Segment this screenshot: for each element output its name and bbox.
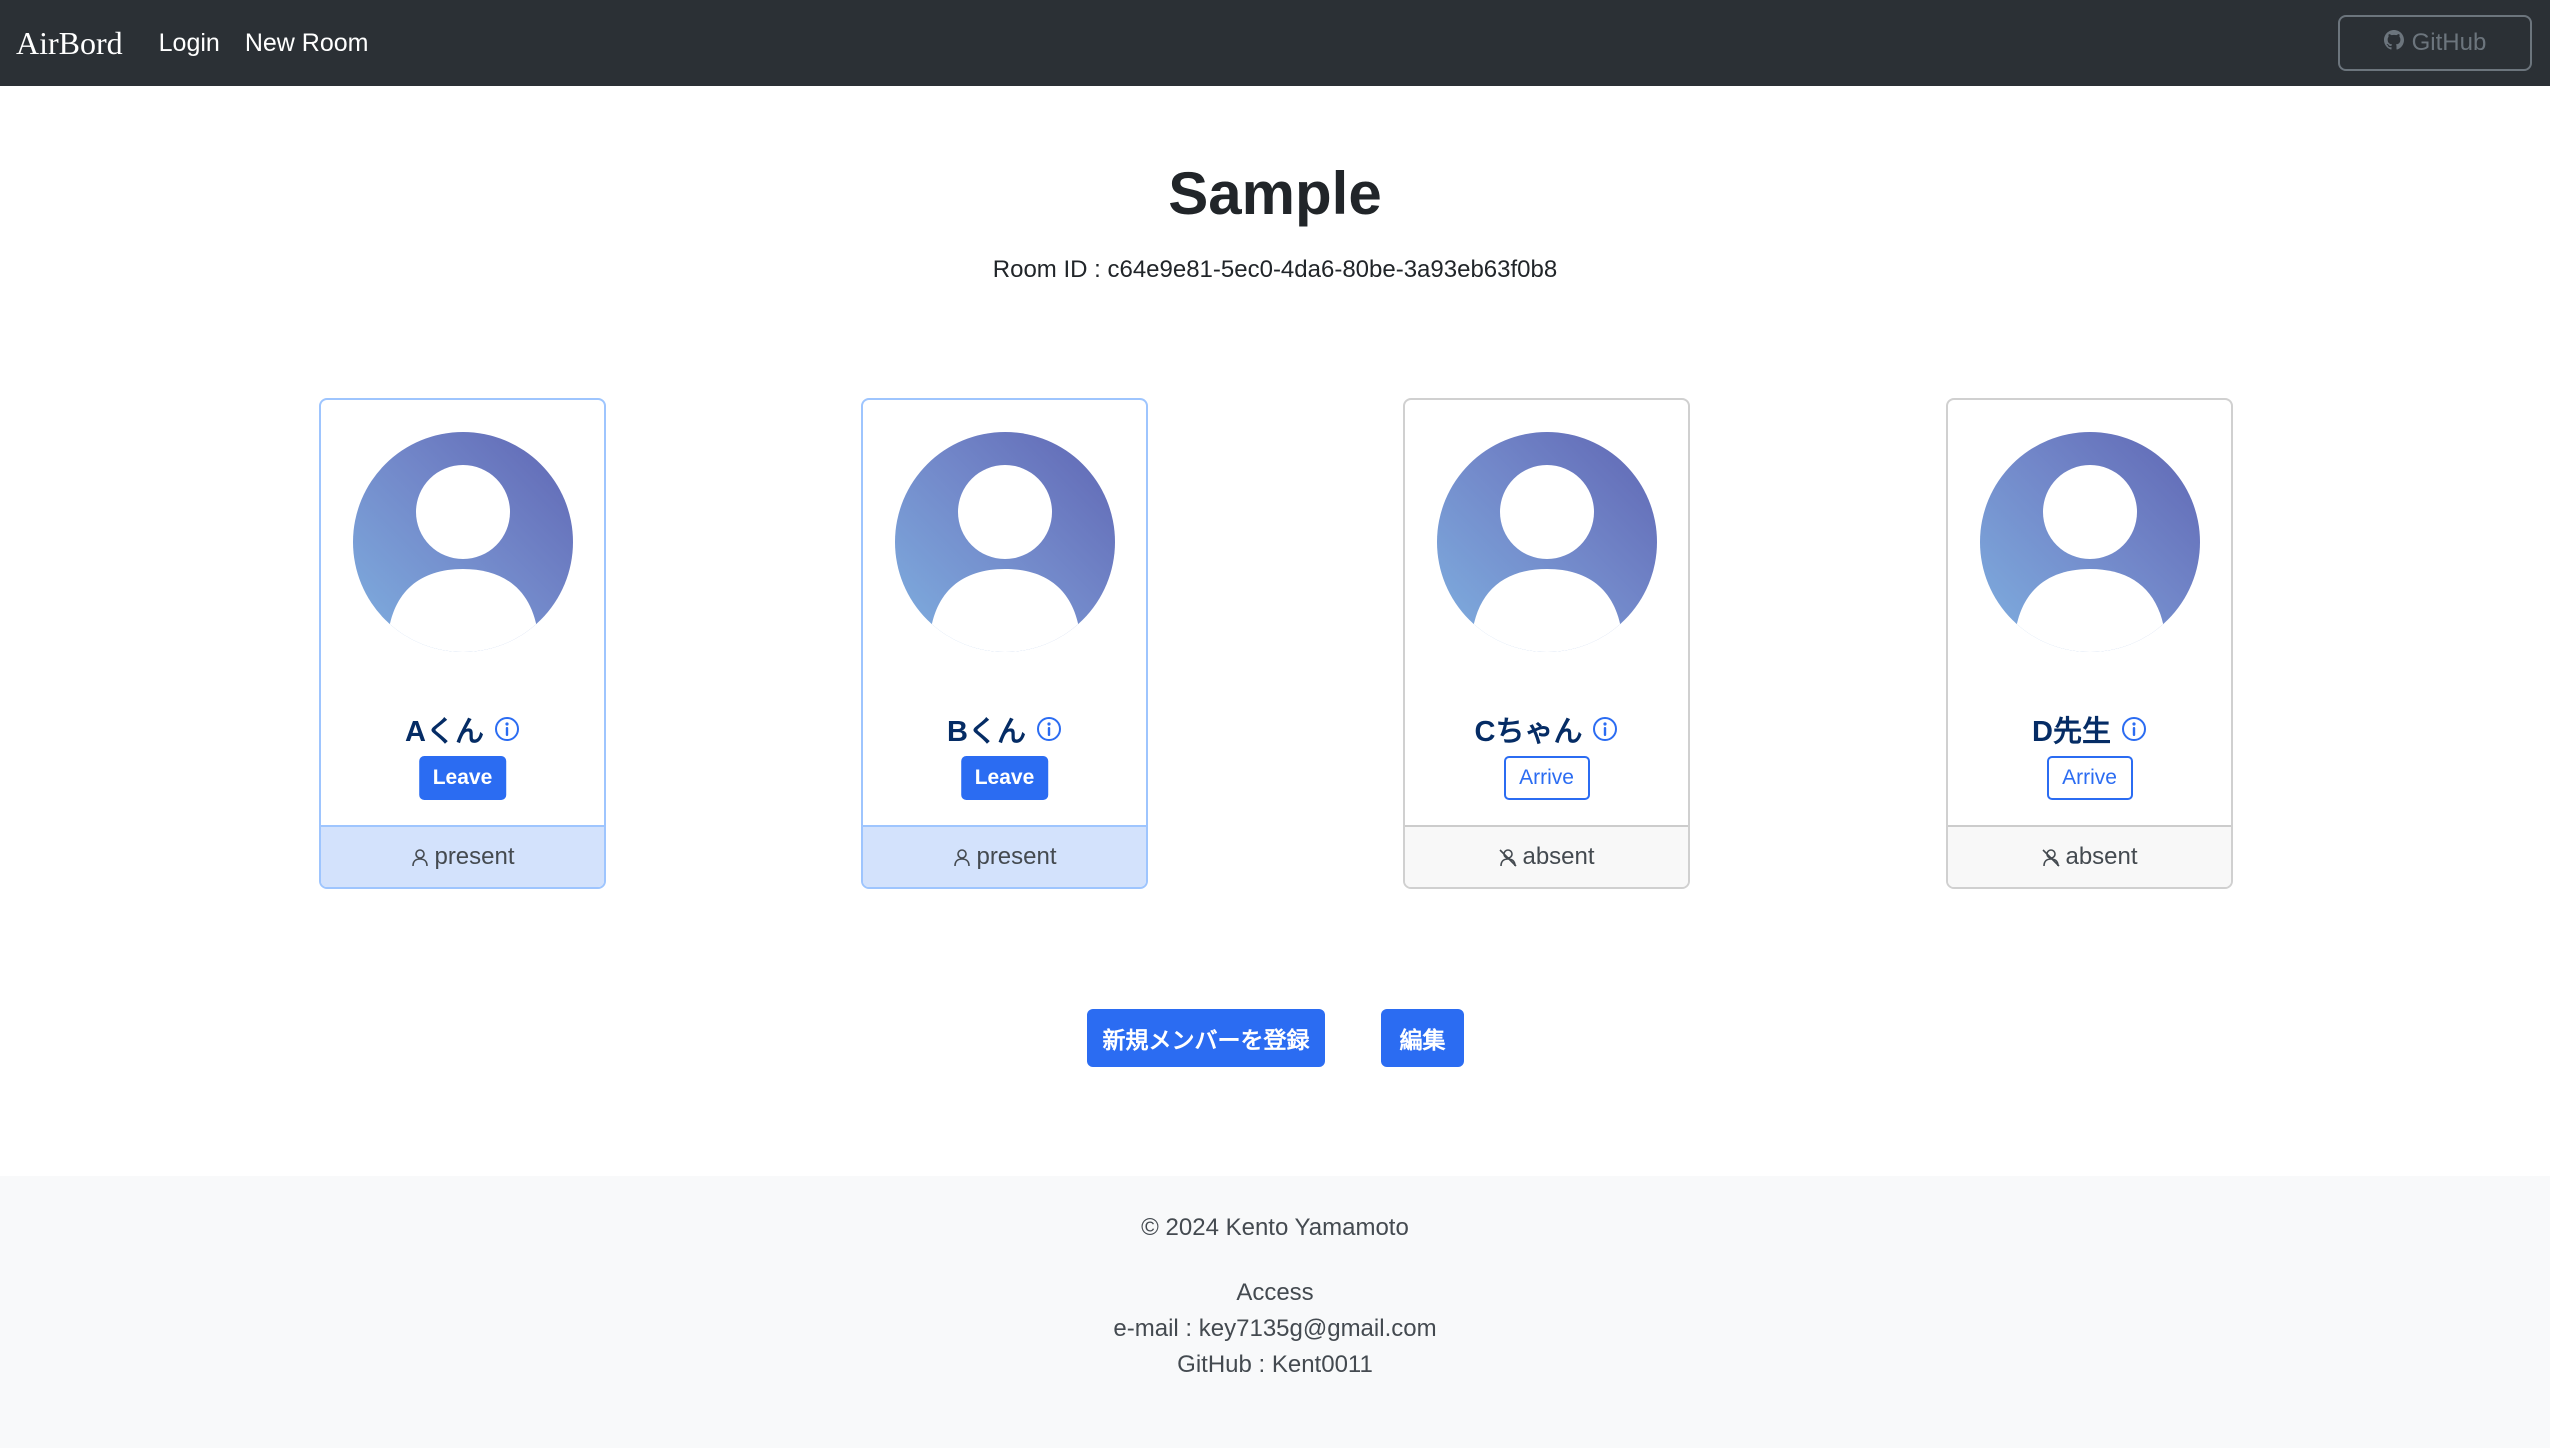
access-title: Access: [1236, 1279, 1314, 1306]
info-icon[interactable]: [1592, 716, 1618, 742]
brand-logo[interactable]: AirBord: [16, 25, 123, 62]
info-icon[interactable]: [494, 716, 520, 742]
nav-new-room-link[interactable]: New Room: [245, 29, 369, 58]
status-footer: absent: [1405, 825, 1688, 887]
info-icon[interactable]: [1036, 716, 1062, 742]
info-icon[interactable]: [2121, 716, 2147, 742]
status-label: present: [976, 843, 1057, 870]
person-slash-icon: [1498, 847, 1518, 867]
member-name: Cちゃん: [1474, 716, 1583, 748]
status-footer: present: [863, 825, 1146, 887]
member-card[interactable]: D先生 Arrive absent: [1946, 398, 2233, 889]
member-name: Aくん: [405, 716, 484, 748]
member-name-row: D先生: [1948, 708, 2231, 750]
member-name-row: Bくん: [863, 708, 1146, 750]
nav-login-link[interactable]: Login: [159, 29, 220, 58]
copyright: © 2024 Kento Yamamoto: [1141, 1214, 1409, 1241]
person-icon: [952, 847, 972, 867]
status-footer: absent: [1948, 825, 2231, 887]
room-id: Room ID : c64e9e81-5ec0-4da6-80be-3a93eb…: [992, 256, 1558, 283]
edit-button[interactable]: 編集: [1381, 1009, 1464, 1067]
member-card[interactable]: Aくん Leave present: [319, 398, 606, 889]
status-footer: present: [321, 825, 604, 887]
status-label: absent: [2065, 843, 2138, 870]
leave-button[interactable]: Leave: [960, 756, 1049, 800]
github-icon: [2383, 29, 2404, 57]
contact-github: GitHub : Kent0011: [1177, 1351, 1373, 1378]
status-label: present: [434, 843, 515, 870]
person-slash-icon: [2041, 847, 2061, 867]
person-icon: [410, 847, 430, 867]
site-footer: © 2024 Kento Yamamoto Access e-mail : ke…: [0, 1176, 2550, 1448]
status-label: absent: [1522, 843, 1595, 870]
avatar-icon: [1980, 432, 2200, 652]
github-button-label: GitHub: [2411, 29, 2487, 56]
avatar-icon: [895, 432, 1115, 652]
member-card[interactable]: Cちゃん Arrive absent: [1403, 398, 1690, 889]
github-button[interactable]: GitHub: [2338, 15, 2532, 71]
arrive-button[interactable]: Arrive: [2046, 756, 2133, 800]
page-title: Sample: [1168, 160, 1382, 227]
navbar: AirBord Login New Room GitHub: [0, 0, 2550, 86]
avatar-icon: [1437, 432, 1657, 652]
arrive-button[interactable]: Arrive: [1503, 756, 1590, 800]
member-name-row: Aくん: [321, 708, 604, 750]
access-block: Access e-mail : key7135g@gmail.com GitHu…: [0, 1275, 2550, 1383]
leave-button[interactable]: Leave: [418, 756, 507, 800]
member-name: D先生: [2032, 716, 2111, 748]
member-name: Bくん: [947, 716, 1026, 748]
contact-email: e-mail : key7135g@gmail.com: [1113, 1315, 1437, 1342]
member-card[interactable]: Bくん Leave present: [861, 398, 1148, 889]
register-member-button[interactable]: 新規メンバーを登録: [1087, 1009, 1325, 1067]
avatar-icon: [353, 432, 573, 652]
member-name-row: Cちゃん: [1405, 708, 1688, 750]
